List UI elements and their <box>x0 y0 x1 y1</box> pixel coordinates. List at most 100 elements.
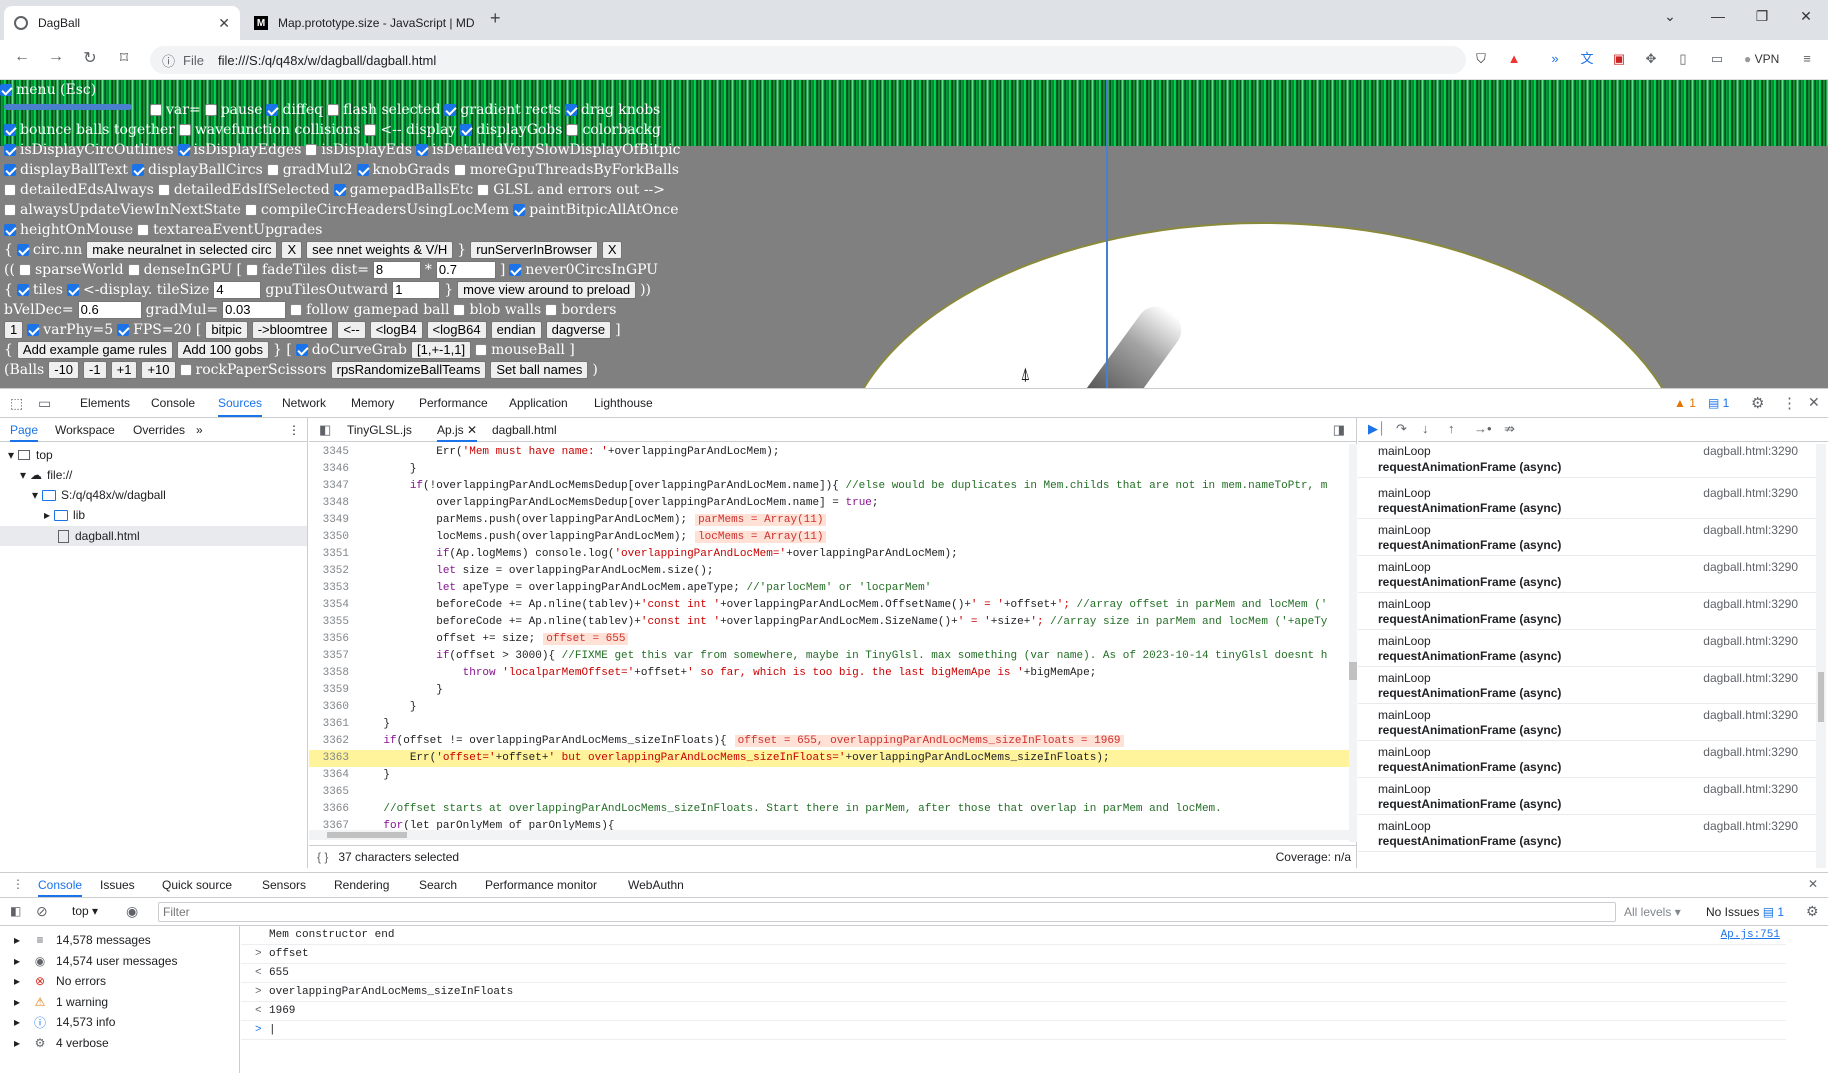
editor-scrollbar[interactable] <box>1349 444 1357 842</box>
console-message[interactable]: <655 <box>241 964 1786 983</box>
callstack-frame[interactable]: mainLoop dagball.html:3290 requestAnimatio… <box>1358 741 1818 778</box>
tab-search-icon[interactable]: ⌄ <box>1650 8 1690 32</box>
option-checkbox[interactable] <box>245 264 258 276</box>
option-checkbox[interactable] <box>295 344 308 356</box>
control-button[interactable]: -1 <box>83 361 107 379</box>
option-checkbox[interactable] <box>564 104 577 116</box>
video-extension-icon[interactable]: ▣ <box>1610 50 1628 68</box>
expand-caret-icon[interactable]: ▸ <box>14 1036 20 1050</box>
number-input[interactable]: 1 <box>392 281 441 299</box>
control-button[interactable]: bitpic <box>205 321 248 339</box>
drawer-tab-search[interactable]: Search <box>419 878 457 892</box>
new-tab-icon[interactable]: + <box>490 8 501 29</box>
vpn-button[interactable]: ● VPN <box>1744 52 1779 66</box>
clear-console-icon[interactable]: ⊘ <box>36 903 48 920</box>
callstack-frame[interactable]: mainLoop dagball.html:3290 requestAnimatio… <box>1358 778 1818 815</box>
option-checkbox[interactable] <box>566 124 579 136</box>
option-checkbox[interactable] <box>66 284 79 296</box>
console-sidebar-item[interactable]: ▸ ⊗ No errors <box>14 971 106 991</box>
console-sidebar-item[interactable]: ▸ ⚠ 1 warning <box>14 992 108 1012</box>
step-icon[interactable]: →• <box>1474 421 1492 436</box>
option-checkbox[interactable] <box>333 184 346 196</box>
drawer-tab-issues[interactable]: Issues <box>100 878 135 892</box>
tab-console[interactable]: Console <box>151 396 195 410</box>
drawer-tab-console[interactable]: Console <box>38 878 83 897</box>
option-checkbox[interactable] <box>4 144 16 156</box>
message-count[interactable]: ▤ 1 <box>1708 396 1729 410</box>
option-checkbox[interactable] <box>204 104 217 116</box>
option-checkbox[interactable] <box>509 264 522 276</box>
option-checkbox[interactable] <box>127 264 140 276</box>
code-line[interactable]: 3346 } <box>309 461 1349 478</box>
option-checkbox[interactable] <box>453 164 466 176</box>
option-checkbox[interactable] <box>327 104 340 116</box>
code-line[interactable]: 3350 locMems.push(overlappingParAndLocMe… <box>309 529 1349 546</box>
expand-caret-icon[interactable]: ▸ <box>14 933 20 947</box>
line-number[interactable]: 3364 <box>309 767 349 784</box>
option-checkbox[interactable] <box>477 184 490 196</box>
more-tabs-icon[interactable]: » <box>196 423 203 437</box>
option-checkbox[interactable] <box>150 104 162 116</box>
option-checkbox[interactable] <box>4 184 16 196</box>
control-button[interactable]: rpsRandomizeBallTeams <box>330 361 487 379</box>
callstack-frame[interactable]: mainLoop dagball.html:3290 requestAnimatio… <box>1358 630 1818 667</box>
code-line[interactable]: 3352 let size = overlappingParAndLocMem.… <box>309 563 1349 580</box>
callstack-frame[interactable]: mainLoop dagball.html:3290 requestAnimatio… <box>1358 815 1818 852</box>
option-checkbox[interactable] <box>364 124 377 136</box>
option-checkbox[interactable] <box>545 304 558 316</box>
context-selector[interactable]: top ▾ <box>72 904 98 918</box>
line-number[interactable]: 3358 <box>309 665 349 682</box>
option-checkbox[interactable] <box>453 304 466 316</box>
number-input[interactable]: 0.03 <box>222 301 287 319</box>
callstack-frame[interactable]: mainLoop dagball.html:3290 requestAnimatio… <box>1358 519 1818 556</box>
nav-menu-icon[interactable]: ⋮ <box>288 423 300 437</box>
minimize-icon[interactable]: — <box>1698 8 1738 32</box>
expand-caret-icon[interactable]: ▸ <box>14 954 20 968</box>
control-button[interactable]: move view around to preload <box>457 281 637 299</box>
callstack-frame[interactable]: mainLoop dagball.html:3290 requestAnimatio… <box>1358 482 1818 519</box>
option-checkbox[interactable] <box>356 164 369 176</box>
control-button[interactable]: <logB64 <box>426 321 487 339</box>
line-number[interactable]: 3347 <box>309 478 349 495</box>
tree-file-dagball-html[interactable]: dagball.html <box>0 526 307 546</box>
control-button[interactable]: Set ball names <box>490 361 589 379</box>
code-line[interactable]: 3357 if(offset > 3000){ //FIXME get this… <box>309 648 1349 665</box>
console-output[interactable]: Mem constructor end Ap.js:751 > offset <655 >… <box>241 926 1828 1073</box>
browser-tab-dagball[interactable]: DagBall ✕ <box>4 6 240 40</box>
code-line[interactable]: 3365 <box>309 784 1349 801</box>
console-message[interactable]: > | <box>241 1021 1786 1040</box>
option-checkbox[interactable] <box>178 124 191 136</box>
live-expression-eye-icon[interactable]: ◉ <box>126 903 138 920</box>
code-line[interactable]: 3354 beforeCode += Ap.nline(tablev)+'con… <box>309 597 1349 614</box>
option-checkbox[interactable] <box>27 324 40 336</box>
browser-tab-mdn[interactable]: M Map.prototype.size - JavaScript | MD <box>244 6 488 40</box>
console-filter-input[interactable] <box>158 902 1616 922</box>
option-checkbox[interactable] <box>460 124 473 136</box>
callstack-frame[interactable]: mainLoop dagball.html:3290 requestAnimatio… <box>1358 704 1818 741</box>
code-line[interactable]: 3366 //offset starts at overlappingParAn… <box>309 801 1349 818</box>
sidebar-icon[interactable]: ▯ <box>1674 50 1692 68</box>
kebab-menu-icon[interactable]: ⋮ <box>1782 394 1797 412</box>
control-button[interactable]: <-- <box>337 321 366 339</box>
issues-counter[interactable]: No Issues ▤ 1 <box>1706 905 1784 919</box>
option-checkbox[interactable] <box>137 224 150 236</box>
menu-checkbox[interactable] <box>0 84 12 96</box>
tree-file-origin[interactable]: ▾ ☁ file:// <box>20 468 72 482</box>
line-number[interactable]: 3346 <box>309 461 349 478</box>
option-checkbox[interactable] <box>131 164 144 176</box>
control-button[interactable]: endian <box>490 321 542 339</box>
control-button[interactable]: make neuralnet in selected circ <box>86 241 278 259</box>
nav-tab-page[interactable]: Page <box>10 423 39 442</box>
line-number[interactable]: 3363 <box>309 750 349 767</box>
tab-sources[interactable]: Sources <box>218 396 263 417</box>
editor-tab-apjs[interactable]: Ap.js ✕ <box>437 423 478 442</box>
line-number[interactable]: 3349 <box>309 512 349 529</box>
line-number[interactable]: 3350 <box>309 529 349 546</box>
tree-folder-dagball[interactable]: ▾ S:/q/q48x/w/dagball <box>32 488 166 502</box>
expand-caret-icon[interactable]: ▸ <box>14 974 20 988</box>
line-number[interactable]: 3351 <box>309 546 349 563</box>
console-message[interactable]: Mem constructor end Ap.js:751 <box>241 926 1786 945</box>
option-checkbox[interactable] <box>177 144 190 156</box>
code-line[interactable]: 3348 overlappingParAndLocMemsDedup[overl… <box>309 495 1349 512</box>
option-checkbox[interactable] <box>416 144 429 156</box>
